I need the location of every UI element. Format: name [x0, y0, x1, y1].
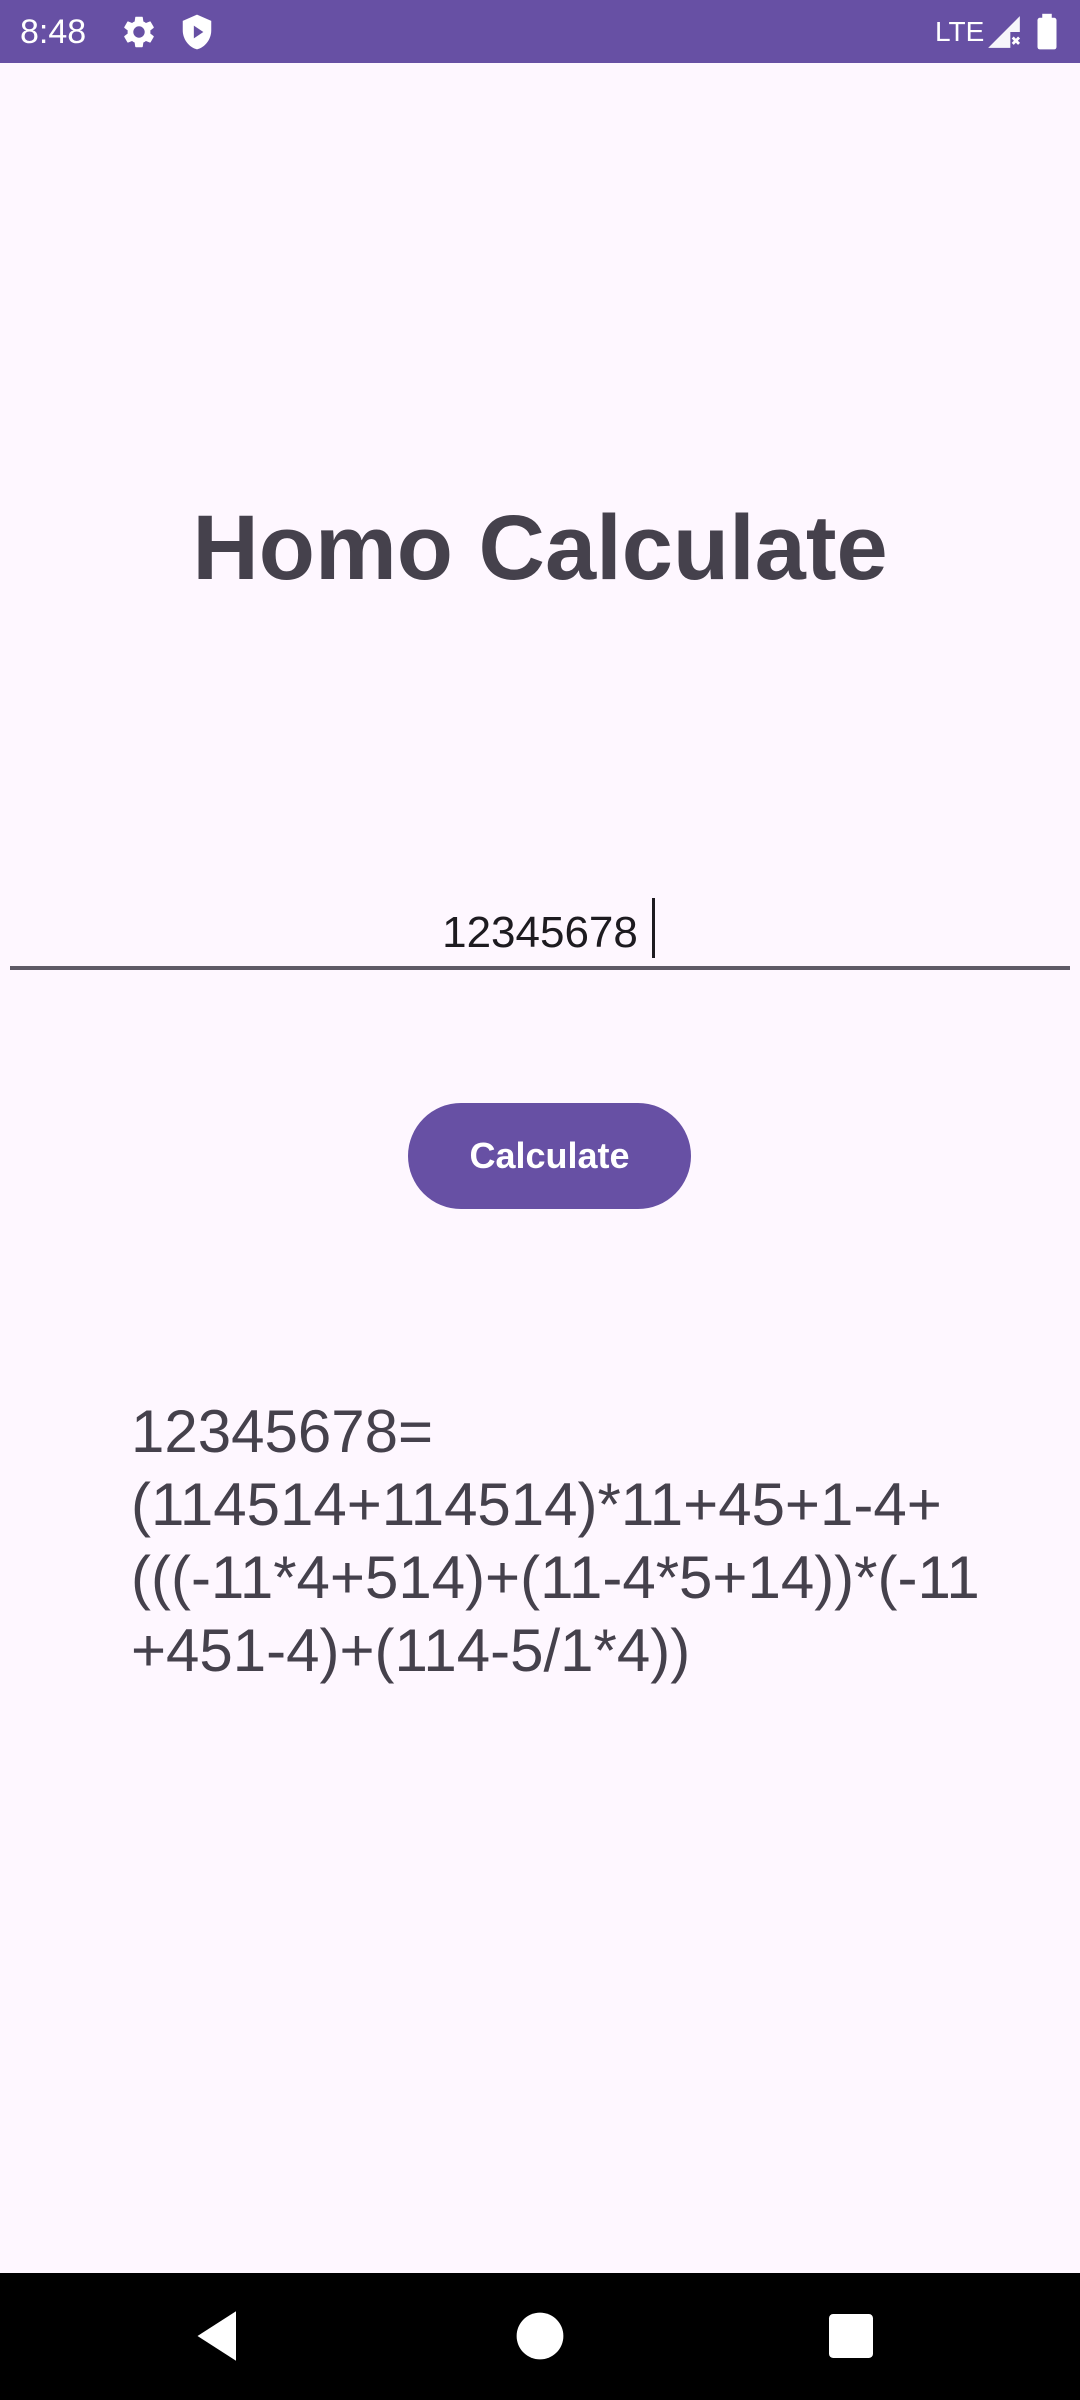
- calculate-button[interactable]: Calculate: [408, 1103, 691, 1209]
- network-type-label: LTE: [935, 16, 985, 47]
- navigation-bar: [0, 2273, 1080, 2400]
- signal-icon: [985, 13, 1023, 51]
- shield-play-icon: [178, 13, 216, 51]
- battery-icon: [1030, 13, 1064, 51]
- text-cursor: [652, 898, 655, 958]
- home-icon[interactable]: [507, 2303, 573, 2369]
- status-time: 8:48: [20, 13, 87, 51]
- settings-icon: [120, 13, 158, 51]
- number-input-container: [10, 880, 1070, 970]
- result-text: 12345678= (114514+114514)*11+45+1-4+ (((…: [131, 1398, 980, 1684]
- back-icon[interactable]: [192, 2303, 258, 2369]
- input-underline: [10, 966, 1070, 970]
- app-title: Homo Calculate: [192, 497, 888, 599]
- number-input[interactable]: [10, 880, 1070, 967]
- status-bar: 8:48 LTE: [0, 0, 1080, 63]
- recents-icon[interactable]: [818, 2303, 884, 2369]
